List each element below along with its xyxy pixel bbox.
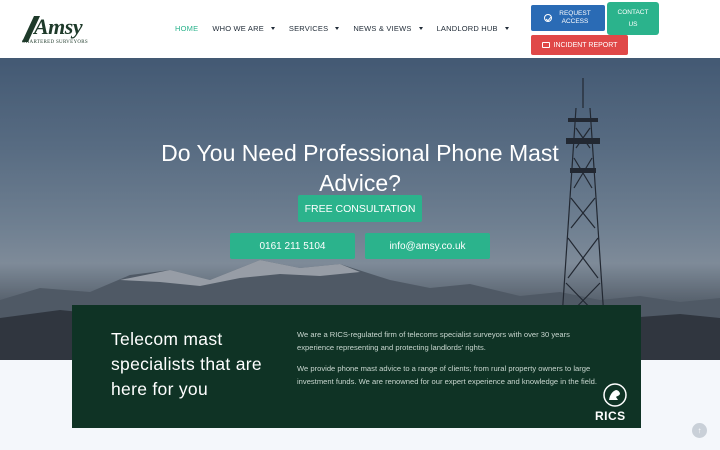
incident-report-label: INCIDENT REPORT <box>553 41 618 49</box>
email-button[interactable]: info@amsy.co.uk <box>365 233 490 259</box>
caret-down-icon <box>270 27 275 30</box>
nav-item-home[interactable]: HOME <box>175 24 198 33</box>
scroll-to-top-button[interactable]: ↑ <box>692 423 707 438</box>
arrow-up-icon: ↑ <box>697 425 702 435</box>
logo-tagline: CHARTERED SURVEYORS <box>22 40 88 45</box>
free-consultation-button[interactable]: FREE CONSULTATION <box>298 195 422 222</box>
site-header: Amsy CHARTERED SURVEYORS HOME WHO WE ARE… <box>0 0 720 58</box>
nav-item-label: NEWS & VIEWS <box>353 24 412 33</box>
hero-title: Do You Need Professional Phone Mast Advi… <box>161 140 559 196</box>
caret-down-icon <box>335 27 340 30</box>
rics-badge: RICS <box>593 383 639 425</box>
intro-panel: Telecom mast specialists that are here f… <box>72 305 641 428</box>
check-circle-icon <box>544 14 552 22</box>
logo-wordmark: Amsy <box>34 14 83 39</box>
rics-label: RICS <box>595 409 626 423</box>
nav-item-label: HOME <box>175 24 199 33</box>
nav-item-label: WHO WE ARE <box>212 24 264 33</box>
nav-item-news-views[interactable]: NEWS & VIEWS <box>353 24 423 33</box>
nav-item-label: LANDLORD HUB <box>436 24 498 33</box>
panel-heading: Telecom mast specialists that are here f… <box>111 329 262 399</box>
contact-us-button[interactable]: CONTACT US <box>607 2 659 35</box>
nav-item-who-we-are[interactable]: WHO WE ARE <box>212 24 275 33</box>
nav-item-services[interactable]: SERVICES <box>288 24 340 33</box>
contact-us-label: CONTACT US <box>617 8 649 28</box>
phone-button[interactable]: 0161 211 5104 <box>230 233 355 259</box>
request-access-button[interactable]: REQUEST ACCESS <box>531 5 605 31</box>
panel-paragraph: We provide phone mast advice to a range … <box>297 364 597 386</box>
nav-item-landlord-hub[interactable]: LANDLORD HUB <box>437 24 509 33</box>
caret-down-icon <box>504 27 509 30</box>
caret-down-icon <box>418 27 423 30</box>
request-access-label: REQUEST ACCESS <box>559 10 591 25</box>
monitor-icon <box>541 42 550 48</box>
incident-report-button[interactable]: INCIDENT REPORT <box>531 35 628 55</box>
nav-item-label: SERVICES <box>288 24 329 33</box>
panel-paragraph: We are a RICS-regulated firm of telecoms… <box>297 330 570 352</box>
rics-lion-icon <box>603 383 627 407</box>
main-nav: HOME WHO WE ARE SERVICES NEWS & VIEWS LA… <box>175 24 523 33</box>
amsy-logo[interactable]: Amsy CHARTERED SURVEYORS <box>20 12 92 48</box>
